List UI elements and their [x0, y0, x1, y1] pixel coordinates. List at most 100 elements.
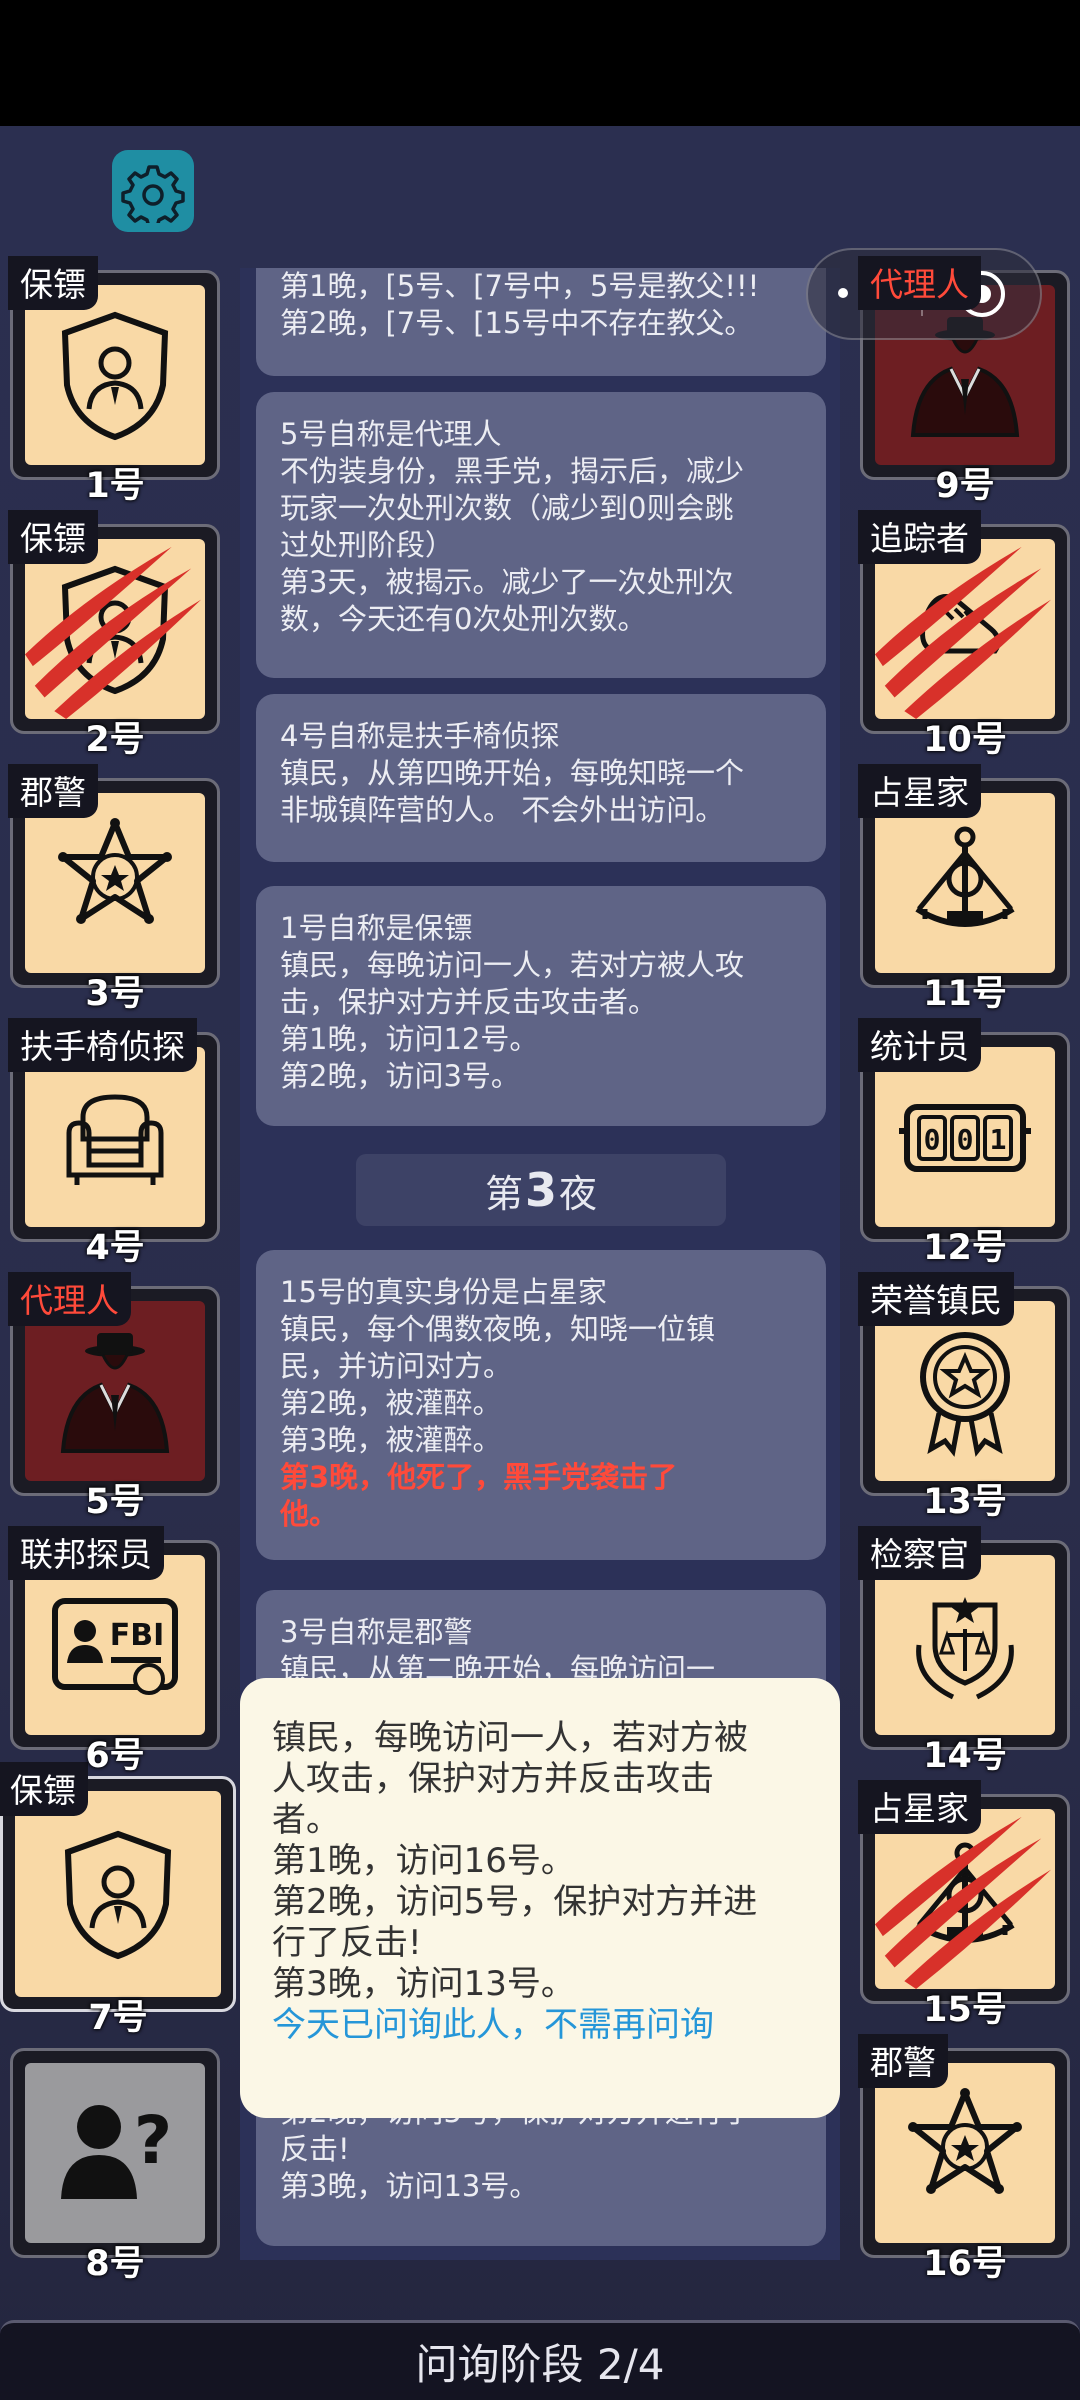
player-number: 15号 [923, 1990, 1007, 2030]
player-card[interactable]: FBI 联邦探员 6号 [8, 1526, 220, 1776]
player-portrait [875, 1809, 1055, 1989]
popup-line: 第1晚，访问16号。 [272, 1841, 575, 1881]
feed-line: 第3晚，被灌醉。 [280, 1423, 502, 1457]
feed-line: 玩家一次处刑次数（减少到0则会跳 [280, 491, 734, 525]
player-portrait [25, 285, 205, 465]
night-suffix: 夜 [559, 1171, 598, 1216]
feed-line: 第2晚，[7号、[15号中不存在教父。 [280, 306, 754, 340]
feed-line: 第1晚，访问12号。 [280, 1022, 539, 1056]
night-prefix: 第 [484, 1171, 523, 1216]
feed-death-line: 他。 [280, 1497, 339, 1531]
bodyguard-shield-icon [61, 311, 169, 441]
player-number: 8号 [85, 2244, 145, 2284]
feed-line: 1号自称是保镖 [280, 911, 473, 945]
player-card[interactable]: 郡警 16号 [858, 2034, 1070, 2284]
player-card[interactable]: 0 0 1 统计员 12号 [858, 1018, 1070, 1268]
phase-label: 问询阶段 2/4 [415, 2340, 665, 2389]
player-card[interactable]: 扶手椅侦探 4号 [8, 1018, 220, 1268]
bodyguard-shield-icon [61, 565, 169, 695]
player-card[interactable]: 追踪者 10号 [858, 510, 1070, 760]
player-number: 13号 [923, 1482, 1007, 1522]
feed-line: 反击! [280, 2132, 350, 2166]
popup-line: 第3晚，访问13号。 [272, 1964, 575, 2004]
feed-line: 3号自称是郡警 [280, 1615, 473, 1649]
player-card[interactable]: 郡警 3号 [8, 764, 220, 1014]
player-role-label: 统计员 [858, 1018, 981, 1072]
player-portrait [875, 1301, 1055, 1481]
player-portrait [875, 1555, 1055, 1735]
unknown-person-icon: ? [61, 2102, 172, 2199]
player-role-label: 扶手椅侦探 [8, 1018, 197, 1072]
player-card[interactable]: 占星家 11号 [858, 764, 1070, 1014]
player-portrait: ? [25, 2063, 205, 2243]
player-number: 3号 [85, 974, 145, 1014]
player-card[interactable]: 保镖 2号 [8, 510, 220, 760]
popup-line: 镇民，每晚访问一人，若对方被 [272, 1718, 748, 1758]
player-role-label: 代理人 [858, 256, 981, 310]
medal-icon [920, 1332, 1010, 1457]
player-card[interactable]: 代理人 5号 [8, 1272, 220, 1522]
player-role-label: 联邦探员 [8, 1526, 164, 1580]
player-card[interactable]: ? 8号 [10, 2048, 220, 2284]
player-number: 10号 [923, 720, 1007, 760]
feed-line: 镇民，每个偶数夜晚，知晓一位镇 [280, 1312, 716, 1346]
player-card[interactable]: 保镖 1号 [8, 256, 220, 506]
feed-card-player-5: 5号自称是代理人 不伪装身份，黑手党，揭示后，减少 玩家一次处刑次数（减少到0则… [256, 392, 826, 678]
player-number: 5号 [85, 1482, 145, 1522]
player-portrait [875, 2063, 1055, 2243]
player-number: 6号 [85, 1736, 145, 1776]
feed-line: 第1晚，[5号、[7号中，5号是教父!!! [280, 269, 760, 303]
popup-line: 行了反击! [272, 1923, 422, 1963]
player-portrait [25, 539, 205, 719]
player-role-label: 代理人 [8, 1272, 131, 1326]
feed-line: 5号自称是代理人 [280, 417, 502, 451]
svg-text:0: 0 [957, 1123, 974, 1156]
player-portrait [15, 1791, 221, 1997]
player-number: 14号 [923, 1736, 1007, 1776]
player-number: 9号 [935, 466, 995, 506]
feed-line: 民，并访问对方。 [280, 1349, 513, 1383]
feed-line: 不伪装身份，黑手党，揭示后，减少 [280, 454, 745, 488]
feed-line: 15号的真实身份是占星家 [280, 1275, 607, 1309]
settings-button[interactable] [112, 150, 194, 232]
sheriff-badge-icon [908, 2088, 1022, 2194]
player-portrait: 001 [875, 1047, 1055, 1227]
player-role-label: 保镖 [8, 256, 98, 310]
player-number: 11号 [923, 974, 1007, 1014]
player-role-label: 荣誉镇民 [858, 1272, 1014, 1326]
night-number: 3 [524, 1163, 557, 1217]
player-role-label: 保镖 [8, 510, 98, 564]
feed-line: 第2晚，被灌醉。 [280, 1386, 502, 1420]
justice-scales-icon [916, 1597, 1014, 1700]
player-info-popup[interactable]: 镇民，每晚访问一人，若对方被 人攻击，保护对方并反击攻击 者。 第1晚，访问16… [240, 1678, 840, 2118]
player-portrait [25, 793, 205, 973]
player-number: 7号 [88, 1998, 148, 2038]
player-card[interactable]: 检察官 14号 [858, 1526, 1070, 1776]
player-role-label: 郡警 [8, 764, 98, 818]
player-role-label: 追踪者 [858, 510, 981, 564]
svg-text:FBI: FBI [110, 1618, 165, 1653]
popup-line: 人攻击，保护对方并反击攻击 [272, 1759, 714, 1799]
popup-line: 第2晚，访问5号，保护对方并进 [272, 1882, 758, 1922]
feed-card-player-15: 15号的真实身份是占星家 镇民，每个偶数夜晚，知晓一位镇 民，并访问对方。 第2… [256, 1250, 826, 1560]
gear-icon [121, 165, 185, 223]
player-card[interactable]: 保镖 7号 [0, 1762, 236, 2038]
counter-icon: 001 [899, 1104, 1031, 1172]
tracker-shoes-icon [920, 594, 1001, 654]
player-card[interactable]: 荣誉镇民 13号 [858, 1272, 1070, 1522]
player-portrait [25, 1301, 205, 1481]
player-card[interactable]: 占星家 15号 [858, 1780, 1070, 2030]
feed-line: 4号自称是扶手椅侦探 [280, 719, 560, 753]
popup-line: 者。 [272, 1800, 340, 1840]
sextant-icon [915, 826, 1015, 927]
svg-text:1: 1 [990, 1123, 1007, 1156]
feed-line: 非城镇阵营的人。 不会外出访问。 [280, 793, 725, 827]
svg-text:0: 0 [924, 1123, 941, 1156]
feed-line: 镇民，每晚访问一人，若对方被人攻 [280, 948, 745, 982]
sextant-icon [915, 1842, 1015, 1943]
feed-line: 镇民，从第四晚开始，每晚知晓一个 [280, 756, 745, 790]
svg-text:?: ? [134, 2102, 172, 2179]
mafia-agent-icon [60, 1333, 170, 1453]
feed-line: 第3晚，访问13号。 [280, 2169, 539, 2203]
feed-card-player-4: 4号自称是扶手椅侦探 镇民，从第四晚开始，每晚知晓一个 非城镇阵营的人。 不会外… [256, 694, 826, 862]
